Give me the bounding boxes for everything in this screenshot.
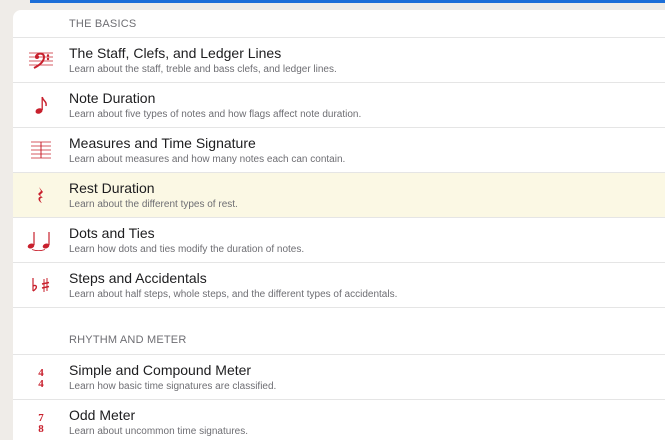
lesson-description: Learn about the staff, treble and bass c…	[69, 63, 337, 75]
section-header-the-basics: THE BASICS	[13, 10, 665, 38]
svg-text:4: 4	[38, 378, 44, 389]
lesson-title: Odd Meter	[69, 406, 136, 423]
lesson-title: The Staff, Clefs, and Ledger Lines	[69, 44, 282, 61]
section-header-rhythm-and-meter: RHYTHM AND METER	[13, 326, 665, 355]
lesson-title: Simple and Compound Meter	[69, 361, 252, 378]
lesson-description: Learn about half steps, whole steps, and…	[69, 288, 398, 300]
lesson-title: Dots and Ties	[69, 224, 155, 241]
lesson-row-note-duration[interactable]: Note Duration Learn about five types of …	[13, 83, 665, 128]
time-signature-7-icon: 7 8	[13, 410, 69, 434]
lesson-title: Steps and Accidentals	[69, 269, 207, 286]
window-top-accent-bar	[30, 0, 665, 3]
tied-notes-icon	[13, 229, 69, 251]
lesson-row-staff-clefs[interactable]: The Staff, Clefs, and Ledger Lines Learn…	[13, 38, 665, 83]
lesson-row-simple-compound-meter[interactable]: 4 4 Simple and Compound Meter Learn how …	[13, 355, 665, 400]
staff-measure-icon	[13, 139, 69, 161]
lesson-row-dots-and-ties[interactable]: Dots and Ties Learn how dots and ties mo…	[13, 218, 665, 263]
lesson-description: Learn about measures and how many notes …	[69, 153, 346, 165]
lesson-row-measures-time-signature[interactable]: Measures and Time Signature Learn about …	[13, 128, 665, 173]
lesson-description: Learn about five types of notes and how …	[69, 108, 362, 120]
eighth-note-icon	[13, 94, 69, 116]
lesson-title: Measures and Time Signature	[69, 134, 256, 151]
flat-sharp-icon	[13, 275, 69, 295]
lesson-title: Note Duration	[69, 89, 156, 106]
bass-clef-icon	[13, 49, 69, 71]
lesson-row-odd-meter[interactable]: 7 8 Odd Meter Learn about uncommon time …	[13, 400, 665, 440]
quarter-rest-icon	[13, 185, 69, 205]
lesson-row-rest-duration[interactable]: Rest Duration Learn about the different …	[13, 173, 665, 218]
lesson-description: Learn how dots and ties modify the durat…	[69, 243, 305, 255]
time-signature-4-4-icon: 4 4	[13, 365, 69, 389]
lesson-description: Learn how basic time signatures are clas…	[69, 380, 277, 392]
lesson-row-steps-accidentals[interactable]: Steps and Accidentals Learn about half s…	[13, 263, 665, 308]
lesson-description: Learn about the different types of rest.	[69, 198, 238, 210]
lesson-title: Rest Duration	[69, 179, 155, 196]
lessons-list: THE BASICS The Staff, Clefs, and Ledger …	[13, 10, 665, 440]
lesson-description: Learn about uncommon time signatures.	[69, 425, 248, 437]
svg-text:8: 8	[38, 423, 44, 434]
